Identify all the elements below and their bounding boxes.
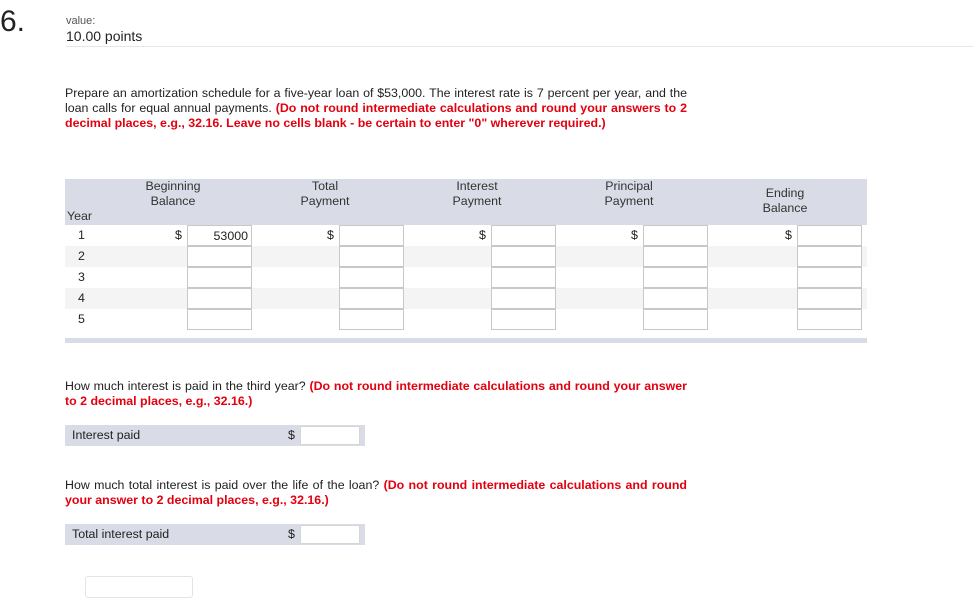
amortization-table: Year Beginning Balance Total Payment Int… [65, 179, 867, 343]
year-cell: 3 [78, 270, 85, 284]
table-row: 5 [65, 309, 867, 330]
currency-symbol: $ [175, 228, 182, 242]
beginning-balance-input[interactable] [187, 267, 252, 288]
year-cell: 2 [78, 249, 85, 263]
header-line: Payment [604, 194, 654, 208]
header-line: Interest [456, 179, 498, 193]
interest-paid-label: Interest paid [72, 428, 141, 442]
q2-text: How much interest is paid in the third y… [65, 379, 310, 393]
currency-symbol: $ [785, 228, 792, 242]
currency-symbol: $ [288, 428, 295, 442]
ending-balance-input[interactable] [797, 309, 862, 330]
year-header: Year [67, 209, 93, 223]
ending-balance-input[interactable] [797, 267, 862, 288]
ending-balance-input[interactable] [797, 225, 862, 246]
currency-symbol: $ [631, 228, 638, 242]
total-payment-input[interactable] [339, 267, 404, 288]
currency-symbol: $ [479, 228, 486, 242]
principal-payment-input[interactable] [643, 309, 708, 330]
currency-symbol: $ [288, 527, 295, 541]
column-header-interest-payment: Interest Payment [437, 179, 517, 209]
header-line: Beginning [145, 179, 201, 193]
question-interest-third-year: How much interest is paid in the third y… [65, 379, 687, 409]
column-header-principal-payment: Principal Payment [589, 179, 669, 209]
header-line: Total [311, 179, 339, 193]
ending-balance-input[interactable] [797, 246, 862, 267]
interest-payment-input[interactable] [491, 225, 556, 246]
total-interest-paid-label: Total interest paid [72, 527, 170, 541]
table-row: 1 $ $ $ $ $ [65, 225, 867, 246]
column-header-total-payment: Total Payment [285, 179, 365, 209]
interest-paid-input[interactable] [300, 426, 360, 445]
total-interest-paid-input[interactable] [300, 525, 360, 544]
interest-payment-input[interactable] [491, 246, 556, 267]
question-number: 6. [0, 5, 26, 38]
interest-paid-row: Interest paid $ [65, 425, 365, 446]
year-cell: 1 [78, 228, 85, 242]
beginning-balance-input[interactable] [187, 288, 252, 309]
beginning-balance-input[interactable] [187, 309, 252, 330]
principal-payment-input[interactable] [643, 267, 708, 288]
header-line: Balance [150, 194, 196, 208]
total-payment-input[interactable] [339, 246, 404, 267]
header-line: Balance [762, 201, 808, 215]
table-row: 3 [65, 267, 867, 288]
column-header-ending-balance: Ending Balance [745, 186, 825, 216]
question-points: 10.00 points [66, 28, 143, 44]
interest-payment-input[interactable] [491, 267, 556, 288]
year-cell: 5 [78, 312, 85, 326]
header-line: Principal [605, 179, 653, 193]
table-row: 2 [65, 246, 867, 267]
total-interest-paid-row: Total interest paid $ [65, 524, 365, 545]
principal-payment-input[interactable] [643, 246, 708, 267]
header-line: Payment [452, 194, 502, 208]
beginning-balance-input[interactable] [187, 246, 252, 267]
column-header-beginning-balance: Beginning Balance [133, 179, 213, 209]
total-payment-input[interactable] [339, 288, 404, 309]
year-cell: 4 [78, 291, 85, 305]
table-row: 4 [65, 288, 867, 309]
next-button[interactable] [85, 576, 193, 598]
header-divider [66, 46, 973, 47]
value-label: value: [66, 15, 96, 27]
currency-symbol: $ [327, 228, 334, 242]
interest-payment-input[interactable] [491, 288, 556, 309]
table-body: 1 $ $ $ $ $2 3 4 5 [65, 225, 867, 330]
ending-balance-input[interactable] [797, 288, 862, 309]
header-line: Ending [765, 186, 805, 200]
total-payment-input[interactable] [339, 225, 404, 246]
q3-text: How much total interest is paid over the… [65, 478, 384, 492]
question-total-interest: How much total interest is paid over the… [65, 478, 687, 508]
principal-payment-input[interactable] [643, 225, 708, 246]
table-footer-bar [65, 338, 867, 343]
total-payment-input[interactable] [339, 309, 404, 330]
principal-payment-input[interactable] [643, 288, 708, 309]
table-header: Year Beginning Balance Total Payment Int… [65, 179, 867, 225]
beginning-balance-input[interactable] [187, 225, 252, 246]
interest-payment-input[interactable] [491, 309, 556, 330]
header-line: Payment [300, 194, 350, 208]
question-prompt: Prepare an amortization schedule for a f… [65, 86, 687, 131]
